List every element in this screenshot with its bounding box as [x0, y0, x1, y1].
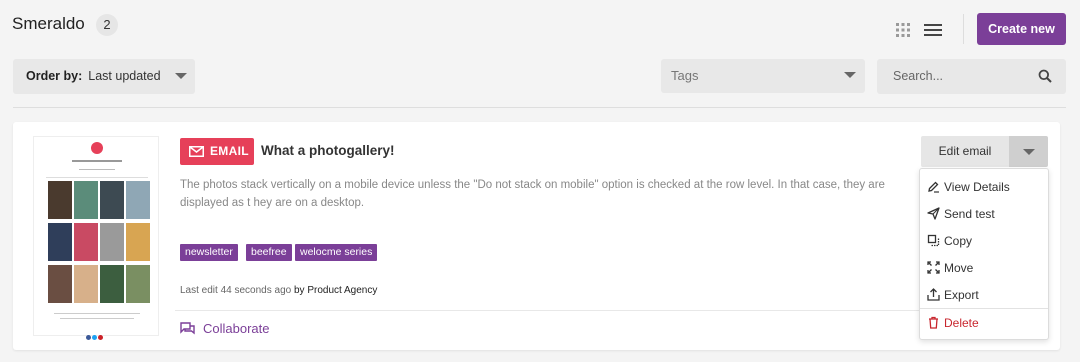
photo-tile: [100, 223, 124, 261]
menu-item-label: Move: [944, 261, 974, 275]
menu-item-label: Send test: [944, 207, 995, 221]
menu-item-view-details[interactable]: View Details: [920, 174, 1048, 200]
actions-dropdown-menu: View Details Send test Copy Move Export …: [919, 168, 1049, 340]
photo-tile: [48, 265, 72, 303]
email-type-label: EMAIL: [210, 144, 249, 158]
chevron-down-icon: [844, 72, 856, 78]
last-edit-author: by Product Agency: [293, 285, 378, 296]
email-card: EMAIL What a photogallery! The photos st…: [13, 122, 1060, 350]
photo-tile: [126, 265, 150, 303]
menu-item-label: Export: [944, 288, 979, 302]
chevron-down-icon: [1023, 149, 1035, 155]
photo-tile: [126, 181, 150, 219]
copy-icon: [927, 234, 940, 247]
photo-tile: [48, 223, 72, 261]
edit-email-button[interactable]: Edit email: [921, 136, 1009, 167]
thumbnail-nav-line: [79, 169, 115, 170]
page-title: Smeraldo: [12, 14, 85, 33]
order-by-value: Last updated: [88, 69, 161, 83]
last-edit-info: Last edit 44 seconds ago by Product Agen…: [180, 285, 377, 296]
grid-view-icon[interactable]: [895, 22, 911, 38]
photo-tile: [100, 181, 124, 219]
photo-tile: [74, 223, 98, 261]
item-count-badge: 2: [96, 14, 118, 36]
menu-item-copy[interactable]: Copy: [920, 228, 1048, 254]
photo-tile: [74, 265, 98, 303]
toolbar-divider: [963, 14, 964, 44]
menu-item-send-test[interactable]: Send test: [920, 201, 1048, 227]
order-by-label: Order by:: [26, 69, 83, 83]
section-divider: [13, 107, 1066, 108]
thumbnail-footer-line: [54, 313, 140, 314]
menu-item-export[interactable]: Export: [920, 282, 1048, 308]
chat-icon: [180, 322, 195, 335]
edit-options-toggle[interactable]: [1009, 136, 1048, 167]
pencil-icon: [928, 181, 939, 193]
twitter-icon: [92, 335, 97, 340]
menu-item-move[interactable]: Move: [920, 255, 1048, 281]
card-divider: [175, 310, 920, 311]
search-icon[interactable]: [1038, 69, 1052, 83]
thumbnail-heading-line: [72, 160, 122, 162]
chevron-down-icon: [175, 73, 187, 79]
thumbnail-footer-line: [60, 318, 134, 319]
photo-tile: [126, 223, 150, 261]
photo-tile: [100, 265, 124, 303]
create-new-button[interactable]: Create new: [977, 13, 1066, 45]
thumbnail-divider-line: [46, 177, 148, 178]
mail-icon: [189, 146, 204, 157]
menu-item-label: View Details: [944, 180, 1010, 194]
top-bar: Smeraldo 2 Create new: [0, 0, 1080, 50]
tags-placeholder: Tags: [671, 68, 699, 83]
email-description: The photos stack vertically on a mobile …: [180, 179, 885, 209]
tag-newsletter[interactable]: newsletter: [180, 244, 238, 261]
email-thumbnail[interactable]: [33, 136, 159, 340]
menu-item-label: Copy: [944, 234, 973, 248]
menu-item-delete-label: Delete: [944, 316, 979, 330]
search-input[interactable]: [893, 69, 1033, 83]
logo-icon: [91, 142, 103, 154]
facebook-icon: [86, 335, 91, 340]
order-by-select[interactable]: Order by: Last updated: [13, 59, 195, 94]
social-icons: [86, 327, 104, 345]
tag-welcome-series[interactable]: welocme series: [295, 244, 378, 261]
photo-tile: [74, 181, 98, 219]
trash-icon: [929, 316, 938, 329]
export-icon: [927, 288, 940, 301]
list-view-icon[interactable]: [923, 22, 943, 38]
photo-tile: [48, 181, 72, 219]
collaborate-label: Collaborate: [203, 321, 270, 336]
menu-item-delete[interactable]: Delete: [920, 310, 1048, 336]
paper-plane-icon: [927, 207, 940, 220]
email-type-badge: EMAIL: [180, 138, 254, 165]
tags-select[interactable]: Tags: [661, 59, 865, 93]
last-edit-time: Last edit 44 seconds ago: [180, 285, 292, 296]
menu-divider: [920, 308, 1048, 309]
move-icon: [927, 261, 940, 274]
pinterest-icon: [98, 335, 103, 340]
email-title[interactable]: What a photogallery!: [261, 143, 395, 158]
tag-beefree[interactable]: beefree: [246, 244, 292, 261]
